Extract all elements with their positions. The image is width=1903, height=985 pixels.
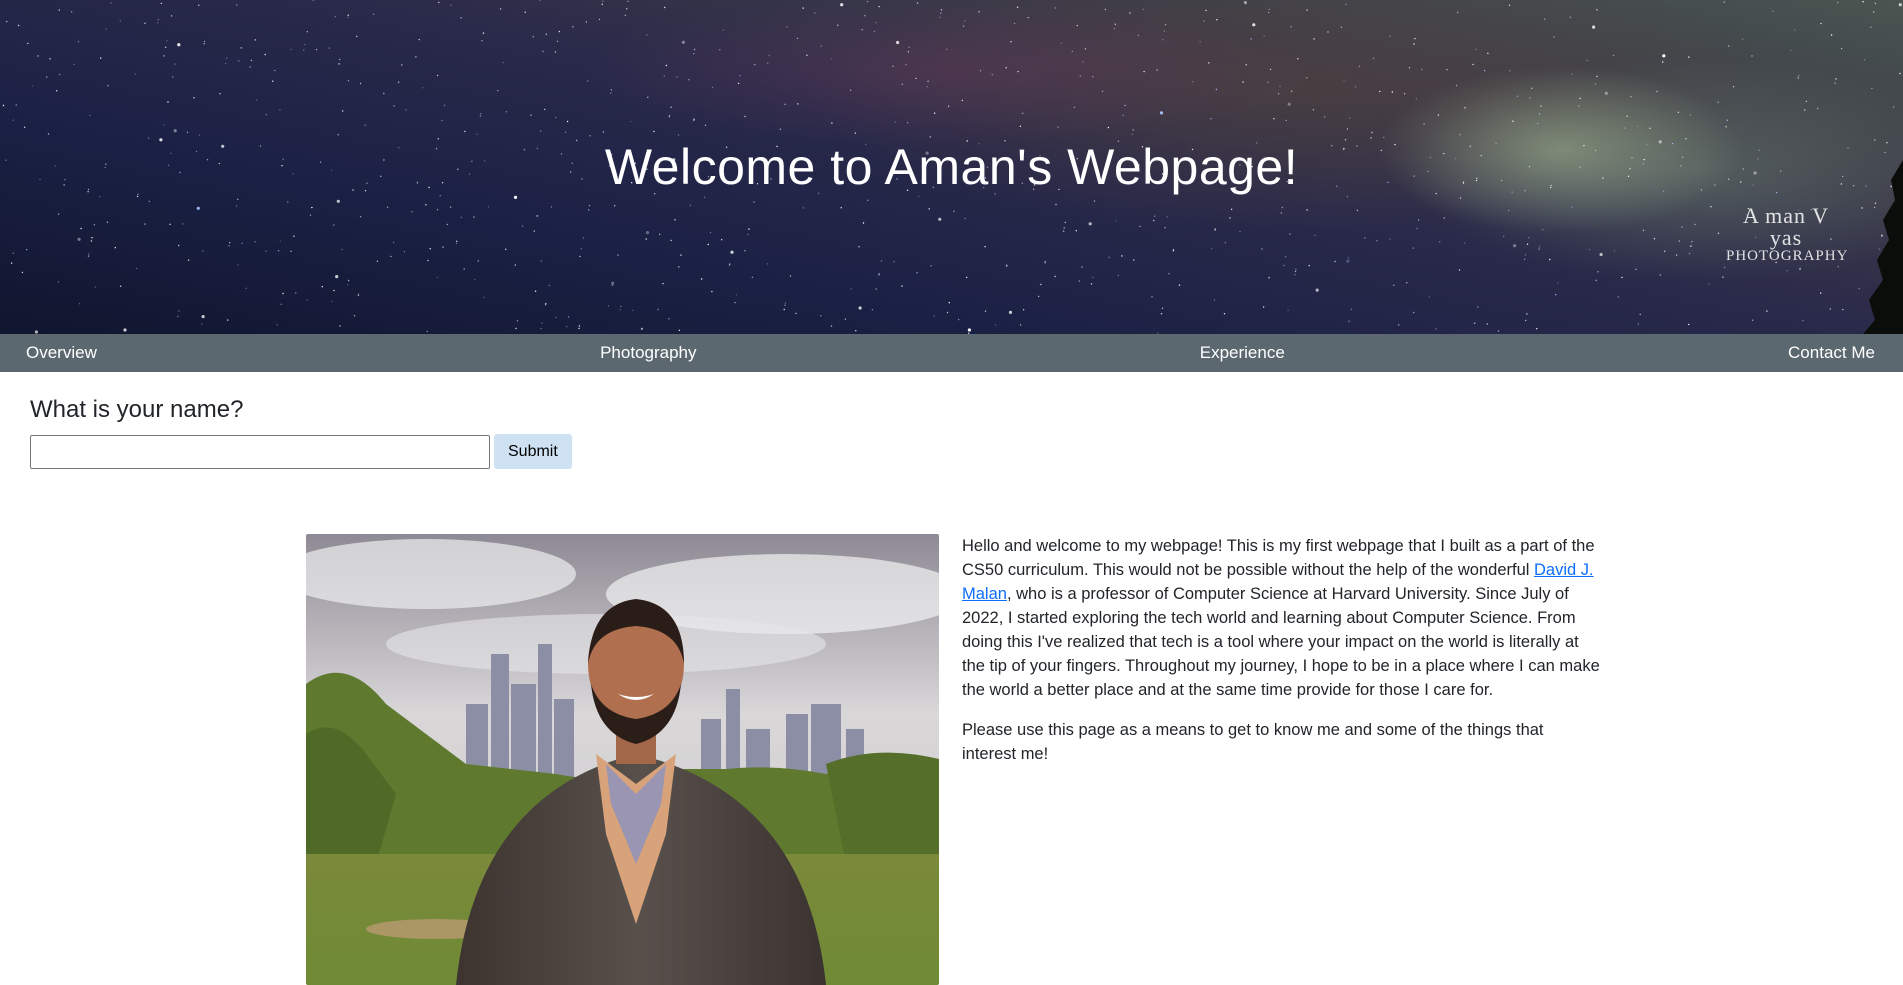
submit-button[interactable]: Submit: [494, 434, 572, 469]
nav-link-experience[interactable]: Experience: [1200, 343, 1285, 363]
main-navbar: Overview Photography Experience Contact …: [0, 334, 1903, 372]
nav-link-photography[interactable]: Photography: [600, 343, 696, 363]
name-input[interactable]: [30, 434, 490, 469]
about-section: Hello and welcome to my webpage! This is…: [962, 534, 1602, 782]
watermark-subtitle: PHOTOGRAPHY: [1726, 248, 1849, 264]
about-text-continued: , who is a professor of Computer Science…: [962, 585, 1600, 699]
profile-photo: [306, 534, 939, 985]
photography-watermark-logo: A man V yas PHOTOGRAPHY: [1726, 203, 1849, 264]
name-form: What is your name? Submit: [30, 396, 572, 469]
about-text-intro: Hello and welcome to my webpage! This is…: [962, 537, 1595, 579]
about-paragraph-2: Please use this page as a means to get t…: [962, 721, 1544, 763]
header-banner: Welcome to Aman's Webpage! A man V yas P…: [0, 0, 1903, 334]
name-form-row: Submit: [30, 434, 572, 469]
watermark-name: A man V yas: [1742, 203, 1830, 250]
page-title: Welcome to Aman's Webpage!: [604, 139, 1299, 195]
about-paragraph-1: Hello and welcome to my webpage! This is…: [962, 534, 1602, 702]
name-form-heading: What is your name?: [30, 396, 244, 423]
nav-link-overview[interactable]: Overview: [26, 343, 97, 363]
nav-link-contact-me[interactable]: Contact Me: [1788, 343, 1875, 363]
